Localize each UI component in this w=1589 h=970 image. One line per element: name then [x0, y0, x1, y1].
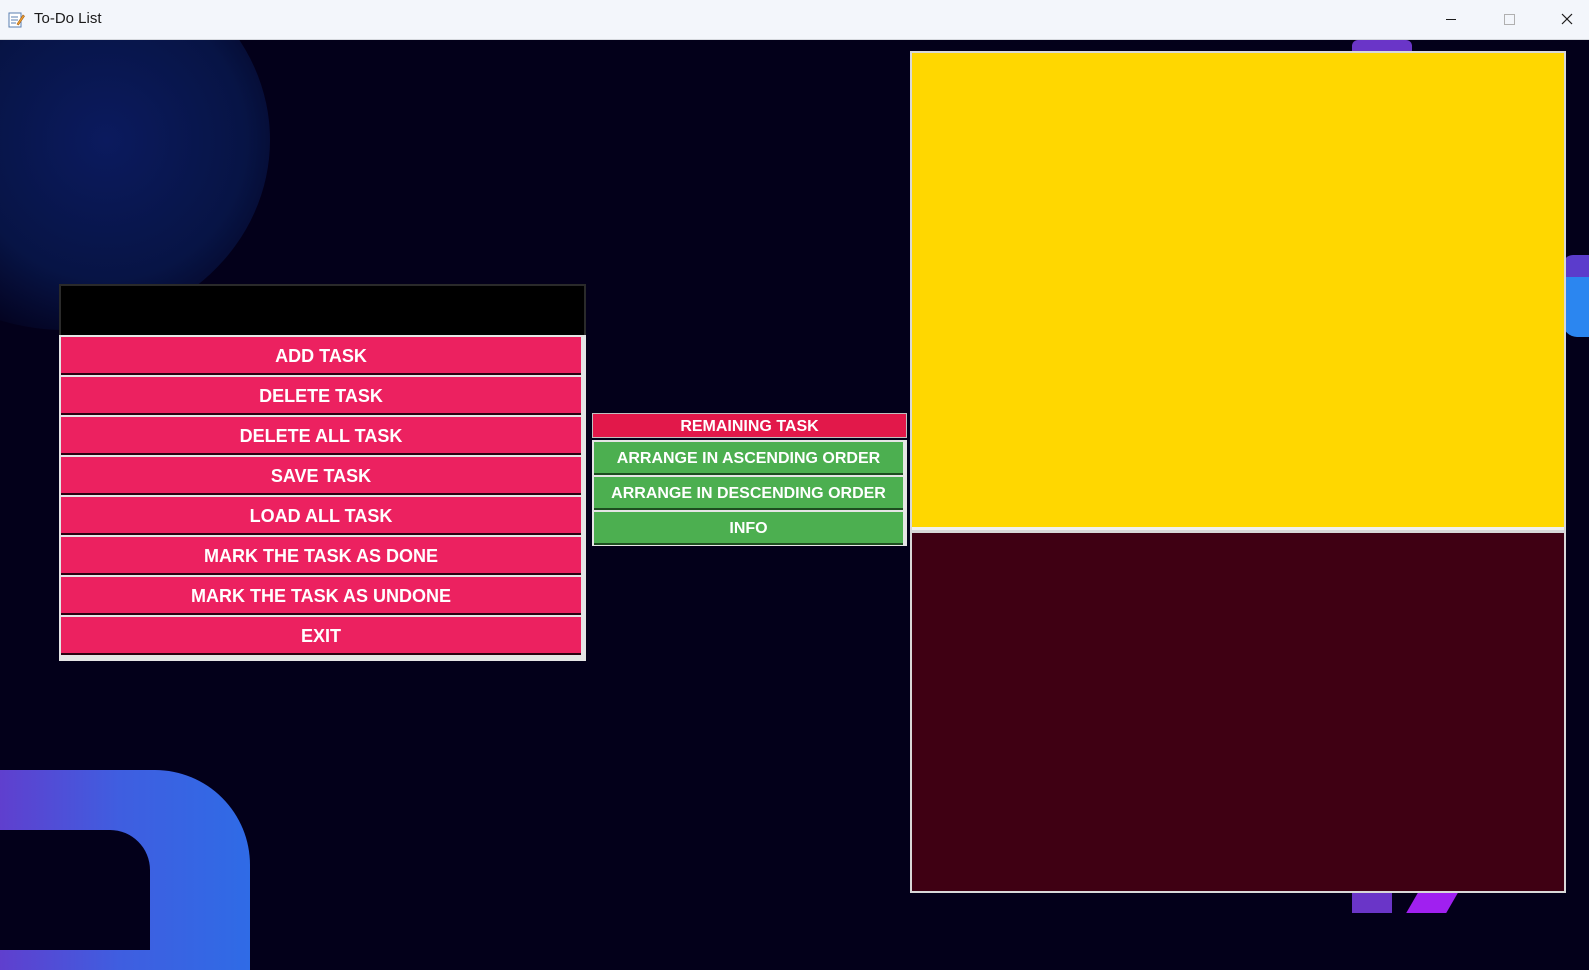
save-task-button[interactable]: SAVE TASK	[61, 457, 581, 495]
add-task-button[interactable]: ADD TASK	[61, 337, 581, 375]
remaining-task-label: REMAINING TASK	[592, 413, 907, 438]
close-icon	[1561, 13, 1573, 25]
close-button[interactable]	[1538, 0, 1589, 40]
mark-undone-button[interactable]: MARK THE TASK AS UNDONE	[61, 577, 581, 615]
task-list-frame	[910, 51, 1566, 893]
background-shape-right-purple	[1563, 255, 1589, 277]
title-bar: To-Do List	[0, 0, 1589, 40]
delete-all-task-button[interactable]: DELETE ALL TASK	[61, 417, 581, 455]
action-button-panel: ADD TASK DELETE TASK DELETE ALL TASK SAV…	[59, 335, 586, 661]
arrange-descending-button[interactable]: ARRANGE IN DESCENDING ORDER	[594, 477, 903, 510]
minimize-icon	[1446, 19, 1456, 20]
window-title: To-Do List	[34, 10, 102, 27]
delete-task-button[interactable]: DELETE TASK	[61, 377, 581, 415]
load-all-task-button[interactable]: LOAD ALL TASK	[61, 497, 581, 535]
background-arc-cutout	[0, 830, 150, 950]
info-button[interactable]: INFO	[594, 512, 903, 545]
background-shape-bottom-1	[1352, 893, 1392, 913]
maximize-button[interactable]	[1480, 0, 1538, 40]
completed-task-listbox[interactable]	[912, 533, 1564, 891]
notepad-icon	[8, 11, 25, 28]
task-input[interactable]	[59, 284, 586, 335]
pending-task-listbox[interactable]	[912, 53, 1564, 530]
mark-done-button[interactable]: MARK THE TASK AS DONE	[61, 537, 581, 575]
arrange-ascending-button[interactable]: ARRANGE IN ASCENDING ORDER	[594, 442, 903, 475]
sort-button-panel: ARRANGE IN ASCENDING ORDER ARRANGE IN DE…	[592, 440, 907, 546]
exit-button[interactable]: EXIT	[61, 617, 581, 655]
maximize-icon	[1504, 14, 1515, 25]
minimize-button[interactable]	[1422, 0, 1480, 40]
background-shape-right-blue	[1563, 277, 1589, 337]
